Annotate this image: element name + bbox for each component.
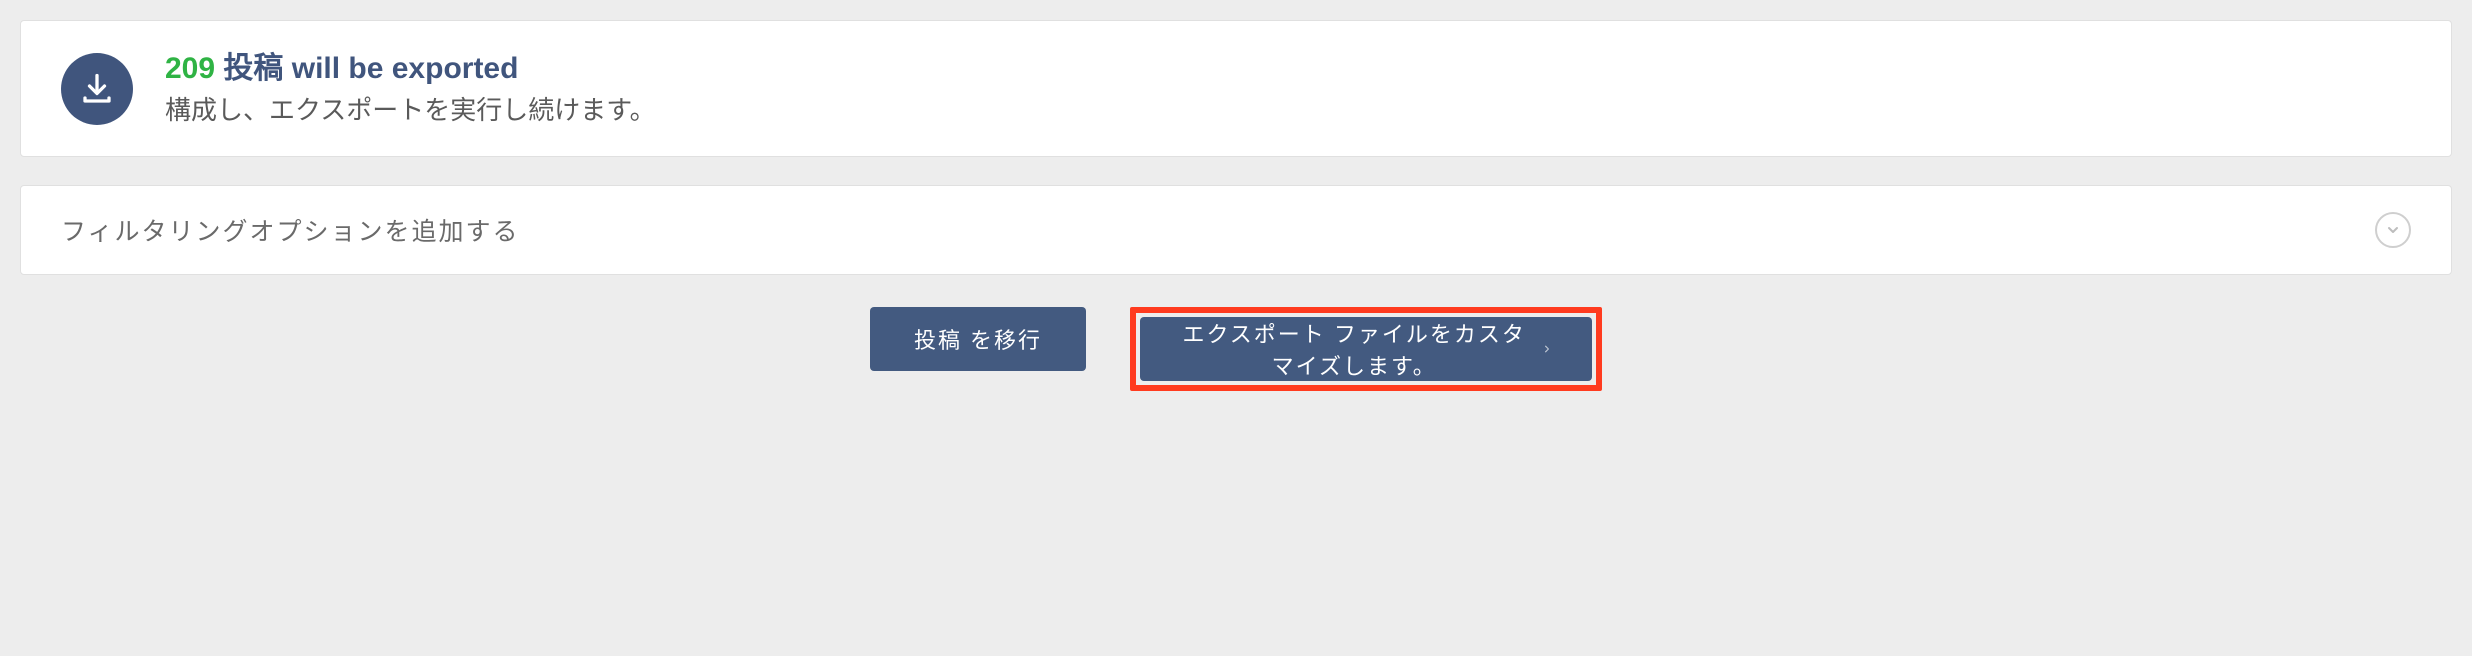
export-title-suffix: 投稿 will be exported xyxy=(215,52,518,85)
export-summary-text: 209 投稿 will be exported 構成し、エクスポートを実行し続け… xyxy=(165,49,656,128)
customize-export-button[interactable]: エクスポート ファイルをカスタマイズします。 xyxy=(1140,317,1592,381)
chevron-right-icon xyxy=(1542,338,1552,360)
migrate-button-label: 投稿 を移行 xyxy=(914,323,1042,355)
action-button-row: 投稿 を移行 エクスポート ファイルをカスタマイズします。 xyxy=(0,307,2472,411)
download-icon xyxy=(61,53,133,125)
filter-options-label: フィルタリングオプションを追加する xyxy=(61,212,520,248)
migrate-posts-button[interactable]: 投稿 を移行 xyxy=(870,307,1086,371)
export-summary-card: 209 投稿 will be exported 構成し、エクスポートを実行し続け… xyxy=(20,20,2452,157)
customize-button-label: エクスポート ファイルをカスタマイズします。 xyxy=(1180,317,1528,381)
export-summary-subtitle: 構成し、エクスポートを実行し続けます。 xyxy=(165,92,656,128)
add-filter-options-panel[interactable]: フィルタリングオプションを追加する xyxy=(20,185,2452,275)
export-count: 209 xyxy=(165,52,215,85)
export-summary-title: 209 投稿 will be exported xyxy=(165,49,656,88)
customize-export-highlight: エクスポート ファイルをカスタマイズします。 xyxy=(1130,307,1602,391)
chevron-down-icon xyxy=(2375,212,2411,248)
